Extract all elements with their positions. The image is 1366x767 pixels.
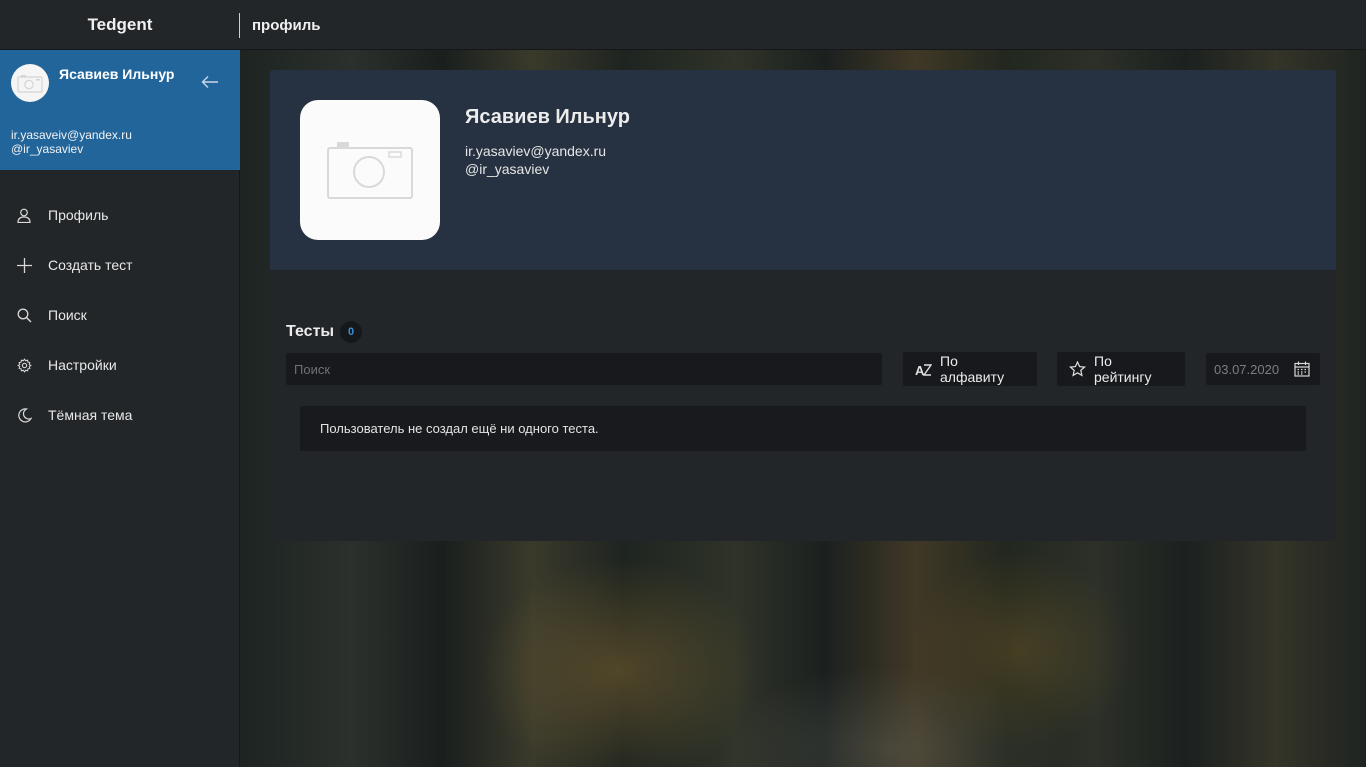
sidebar-item-profile[interactable]: Профиль: [0, 190, 239, 240]
profile-photo[interactable]: [300, 100, 440, 240]
empty-tests-message: Пользователь не создал ещё ни одного тес…: [300, 406, 1306, 451]
sidebar-item-search[interactable]: Поиск: [0, 290, 239, 340]
sidebar-user-card: Ясавиев Ильнур ir.yasaveiv@yandex.ru @ir…: [0, 50, 240, 170]
user-icon: [16, 207, 32, 223]
sidebar-user-name: Ясавиев Ильнур: [59, 66, 175, 82]
arrow-left-icon: [201, 76, 218, 88]
tests-heading: Тесты 0: [286, 321, 363, 343]
sidebar-item-label: Тёмная тема: [48, 407, 133, 423]
camera-icon: [327, 142, 413, 199]
sidebar-user-email: ir.yasaveiv@yandex.ru: [11, 128, 132, 142]
tests-search-input[interactable]: [286, 353, 882, 385]
sort-alphabetical-label: По алфавиту: [940, 353, 1005, 385]
sidebar-item-create-test[interactable]: Создать тест: [0, 240, 239, 290]
plus-icon: [16, 257, 32, 273]
top-bar: Tedgent профиль: [0, 0, 1366, 50]
avatar[interactable]: [11, 64, 49, 102]
profile-card: Ясавиев Ильнур ir.yasaviev@yandex.ru @ir…: [270, 70, 1336, 541]
tests-count-badge: 0: [340, 321, 363, 343]
star-icon: [1069, 361, 1086, 377]
sidebar-user-handle: @ir_yasaviev: [11, 142, 84, 156]
profile-header: Ясавиев Ильнур ir.yasaviev@yandex.ru @ir…: [270, 70, 1336, 270]
collapse-sidebar-button[interactable]: [198, 70, 222, 94]
brand-logo[interactable]: Tedgent: [0, 0, 240, 50]
topbar-divider: [239, 13, 240, 38]
profile-email: ir.yasaviev@yandex.ru: [465, 143, 607, 159]
sidebar-item-label: Профиль: [48, 207, 109, 223]
date-filter-field[interactable]: 03.07.2020: [1206, 353, 1320, 385]
sidebar-item-label: Создать тест: [48, 257, 133, 273]
sidebar-item-label: Поиск: [48, 307, 87, 323]
sidebar: Ясавиев Ильнур ir.yasaveiv@yandex.ru @ir…: [0, 50, 240, 767]
sidebar-nav: Профиль Создать тест Поиск Настройки Тём…: [0, 190, 239, 440]
date-value: 03.07.2020: [1214, 361, 1280, 377]
sort-alphabetical-button[interactable]: A По алфавиту: [903, 352, 1037, 386]
calendar-icon: [1294, 361, 1310, 380]
sidebar-item-label: Настройки: [48, 357, 117, 373]
sort-az-icon: A: [915, 362, 932, 377]
profile-handle: @ir_yasaviev: [465, 161, 550, 177]
camera-icon: [17, 75, 43, 93]
tests-title: Тесты: [286, 323, 335, 340]
sort-rating-label: По рейтингу: [1094, 353, 1152, 385]
sidebar-item-settings[interactable]: Настройки: [0, 340, 239, 390]
sidebar-item-dark-theme[interactable]: Тёмная тема: [0, 390, 239, 440]
page-title: профиль: [252, 16, 321, 34]
sort-rating-button[interactable]: По рейтингу: [1057, 352, 1185, 386]
profile-name: Ясавиев Ильнур: [465, 106, 630, 128]
search-icon: [16, 307, 32, 323]
gear-icon: [16, 357, 32, 373]
moon-icon: [16, 407, 32, 423]
